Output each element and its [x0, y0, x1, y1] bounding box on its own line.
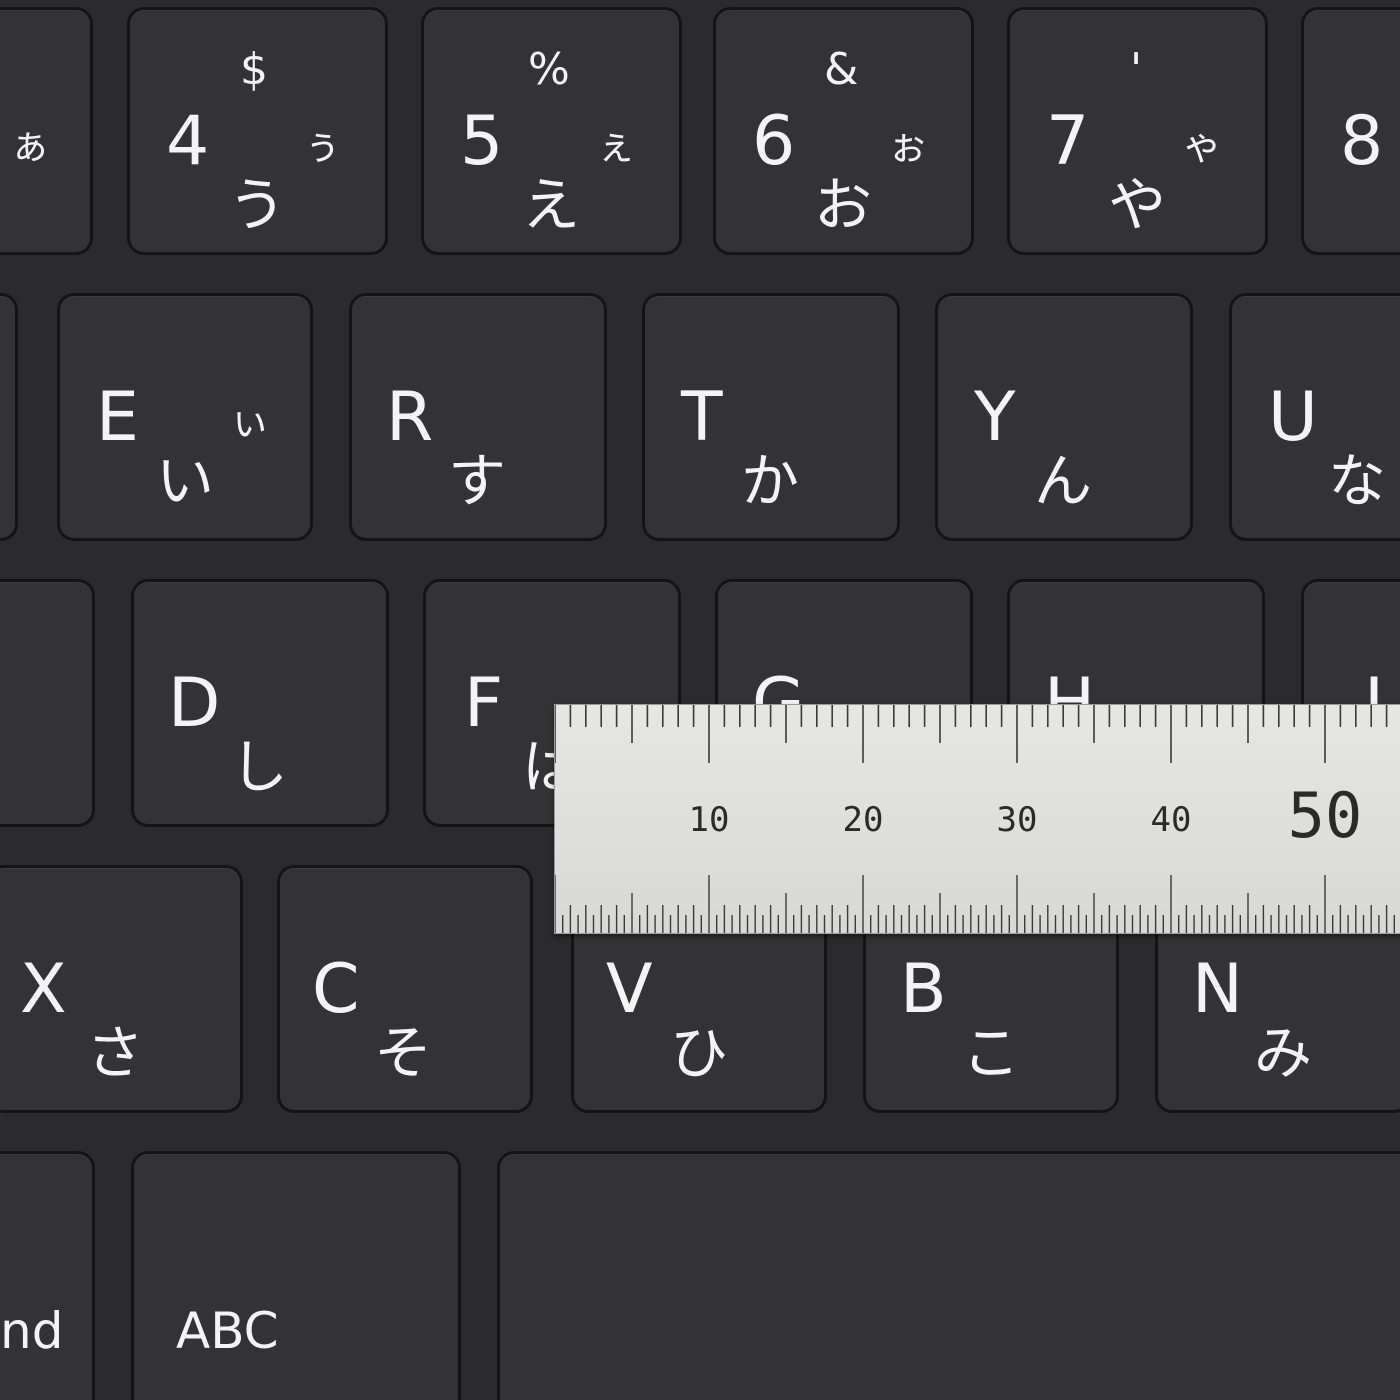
- key-7[interactable]: ' 7 ゃ や: [1010, 10, 1265, 252]
- key-kana-small: ぃ: [230, 399, 270, 445]
- key-symbol: ': [1130, 44, 1143, 95]
- key-space[interactable]: [500, 1154, 1400, 1400]
- key-kana-small: ぁ: [10, 123, 50, 169]
- key-c[interactable]: C そ: [280, 868, 530, 1110]
- key-main-label: X: [20, 950, 67, 1029]
- key-kana-small: ぉ: [888, 123, 928, 169]
- key-main-label: C: [312, 950, 360, 1029]
- key-kana: こ: [962, 1019, 1021, 1087]
- key-5[interactable]: % 5 ぇ え: [424, 10, 679, 252]
- key-s-partial[interactable]: [0, 582, 92, 824]
- key-kana: や: [1108, 171, 1167, 239]
- key-main-label: D: [168, 664, 221, 743]
- ruler-label-50: 50: [1287, 779, 1363, 852]
- key-main-label: E: [96, 378, 139, 457]
- key-main-label: B: [900, 950, 947, 1029]
- key-main-label: nd: [0, 1302, 64, 1360]
- key-main-label: Y: [974, 378, 1016, 457]
- key-kana: し: [230, 733, 289, 801]
- key-8[interactable]: 8: [1304, 10, 1400, 252]
- key-kana: す: [448, 447, 507, 515]
- key-kana-small: ぅ: [302, 123, 342, 169]
- key-symbol: $: [240, 44, 268, 95]
- key-kana: い: [156, 447, 215, 515]
- key-main-label: U: [1268, 378, 1318, 457]
- key-main-label: N: [1192, 950, 1243, 1029]
- key-main-label: ABC: [176, 1302, 279, 1360]
- ruler-label-30: 30: [996, 800, 1038, 840]
- key-main-label: 6: [752, 102, 796, 181]
- key-kana: そ: [374, 1019, 433, 1087]
- ruler-label-40: 40: [1150, 800, 1192, 840]
- key-main-label: R: [386, 378, 434, 457]
- key-6[interactable]: & 6 ぉ お: [716, 10, 971, 252]
- key-main-label: 5: [460, 102, 504, 181]
- key-y[interactable]: Y ん: [938, 296, 1190, 538]
- key-t[interactable]: T か: [645, 296, 897, 538]
- key-kana: ん: [1034, 447, 1093, 515]
- keyboard-photo: ぁ $ 4 ぅ う % 5 ぇ え & 6 ぉ お ' 7 ゃ や 8 E ぃ …: [0, 0, 1400, 1400]
- key-kana-small: ぇ: [596, 123, 636, 169]
- key-main-label: 4: [166, 102, 210, 181]
- key-main-label: 8: [1340, 102, 1384, 181]
- key-main-label: T: [681, 378, 723, 457]
- key-a-kana[interactable]: ぁ: [0, 10, 90, 252]
- key-u[interactable]: U な: [1232, 296, 1400, 538]
- ruler-label-10: 10: [688, 800, 730, 840]
- key-kana: か: [741, 447, 800, 515]
- key-kana: お: [814, 171, 873, 239]
- key-kana: み: [1254, 1019, 1313, 1087]
- key-e[interactable]: E ぃ い: [60, 296, 310, 538]
- key-kana: さ: [86, 1019, 145, 1087]
- key-w-partial[interactable]: [0, 296, 15, 538]
- key-d[interactable]: D し: [134, 582, 386, 824]
- steel-ruler[interactable]: 10 20 30 40 50: [555, 705, 1400, 933]
- key-4[interactable]: $ 4 ぅ う: [130, 10, 385, 252]
- key-symbol: %: [528, 44, 570, 95]
- key-abc[interactable]: ABC: [134, 1154, 458, 1400]
- key-kana: ひ: [670, 1019, 729, 1087]
- key-symbol: &: [824, 44, 859, 95]
- key-command[interactable]: nd: [0, 1154, 92, 1400]
- key-main-label: 7: [1046, 102, 1090, 181]
- key-kana: な: [1328, 447, 1387, 515]
- key-x[interactable]: X さ: [0, 868, 240, 1110]
- key-kana: う: [228, 171, 287, 239]
- ruler-ticks: [555, 705, 1395, 933]
- ruler-label-20: 20: [842, 800, 884, 840]
- key-kana: え: [522, 171, 581, 239]
- key-main-label: V: [606, 950, 653, 1029]
- key-kana-small: ゃ: [1182, 123, 1222, 169]
- key-r[interactable]: R す: [352, 296, 604, 538]
- key-main-label: F: [464, 664, 504, 743]
